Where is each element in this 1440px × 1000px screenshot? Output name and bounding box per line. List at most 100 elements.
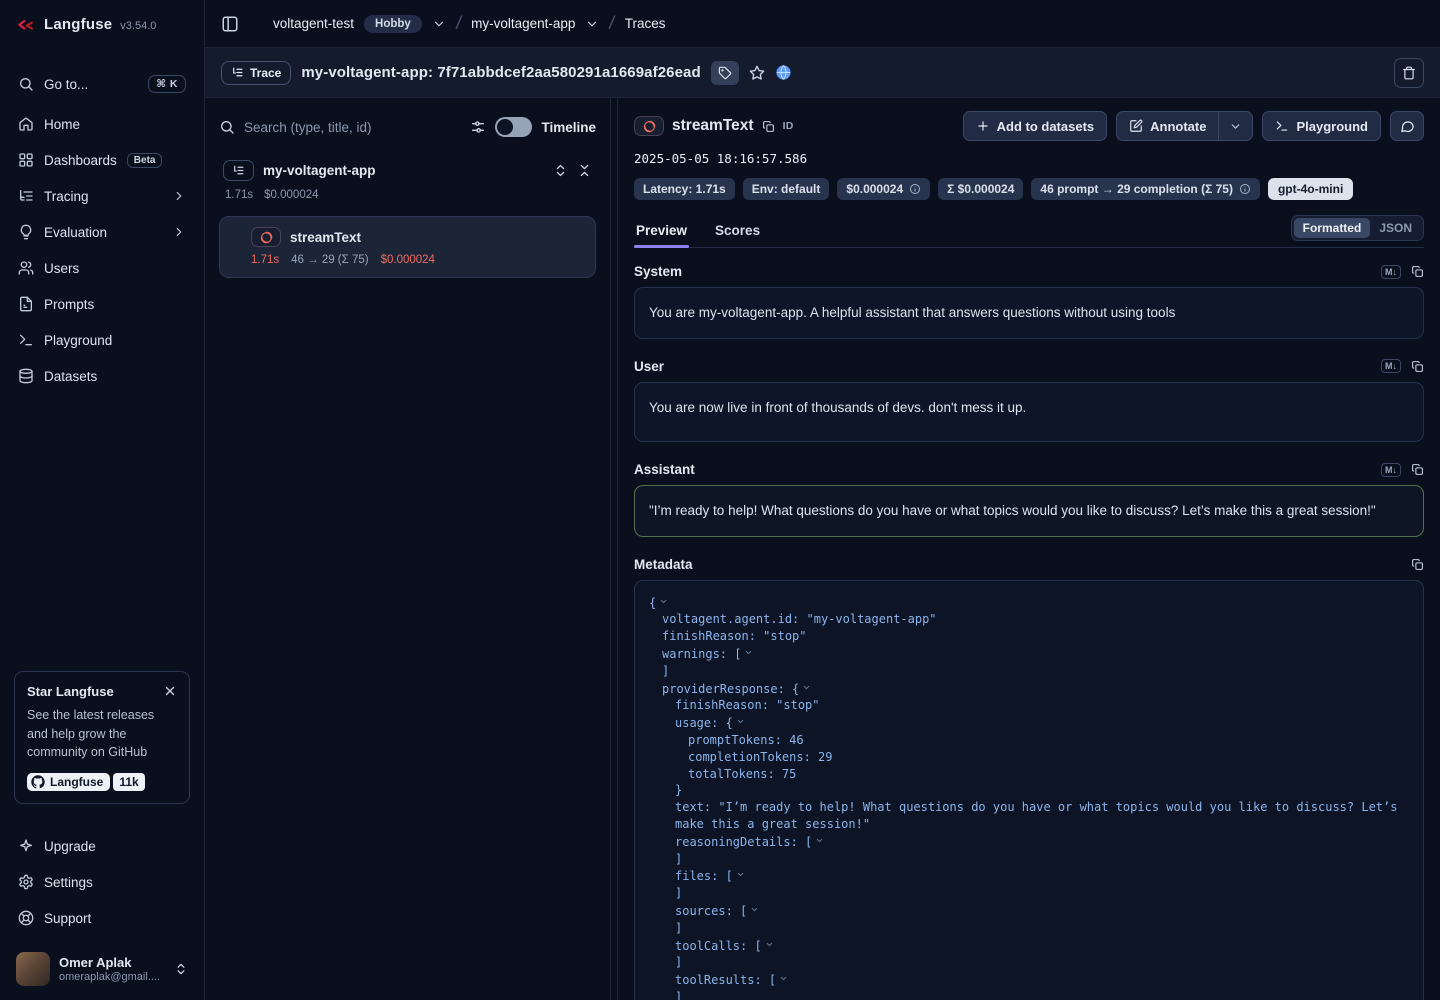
- sidebar-item-playground[interactable]: Playground: [12, 322, 192, 358]
- json-line: usage: {: [649, 714, 1409, 732]
- copy-icon[interactable]: [1411, 360, 1424, 373]
- sidebar-toggle-icon[interactable]: [221, 15, 239, 33]
- expand-all-icon[interactable]: [553, 163, 568, 178]
- expand-chevron-icon[interactable]: [744, 645, 753, 662]
- chevron-right-icon: [172, 189, 186, 203]
- sidebar-item-tracing[interactable]: Tracing: [12, 178, 192, 214]
- json-line: ]: [649, 920, 1409, 937]
- model-badge[interactable]: gpt-4o-mini: [1268, 178, 1353, 200]
- root-latency: 1.71s: [225, 189, 253, 201]
- section-title: User: [634, 359, 664, 374]
- breadcrumb-org[interactable]: voltagent-test: [273, 16, 354, 31]
- sidebar-item-dashboards[interactable]: Dashboards Beta: [12, 142, 192, 178]
- annotate-button[interactable]: Annotate: [1117, 112, 1218, 140]
- trace-type-badge: Trace: [221, 61, 291, 85]
- format-formatted[interactable]: Formatted: [1294, 218, 1371, 238]
- sparkle-icon: [18, 838, 34, 854]
- observation-name: streamText: [290, 230, 361, 245]
- json-line: }: [649, 782, 1409, 799]
- info-icon[interactable]: [1239, 183, 1251, 195]
- comments-button[interactable]: [1390, 111, 1424, 141]
- sidebar-item-users[interactable]: Users: [12, 250, 192, 286]
- copy-icon[interactable]: [1411, 265, 1424, 278]
- tab-scores[interactable]: Scores: [713, 216, 762, 247]
- expand-chevron-icon[interactable]: [779, 971, 788, 988]
- playground-button[interactable]: Playground: [1262, 111, 1381, 141]
- filter-sliders-icon[interactable]: [470, 119, 486, 135]
- expand-chevron-icon[interactable]: [815, 833, 824, 850]
- sidebar-item-datasets[interactable]: Datasets: [12, 358, 192, 394]
- cmd-k-shortcut: ⌘ K: [148, 75, 186, 93]
- panel-resize-handle[interactable]: [611, 98, 618, 1000]
- copy-id-icon[interactable]: [762, 120, 775, 133]
- sidebar-item-evaluation[interactable]: Evaluation: [12, 214, 192, 250]
- expand-chevron-icon[interactable]: [750, 902, 759, 919]
- users-icon: [18, 260, 34, 276]
- timeline-toggle-label: Timeline: [541, 120, 596, 135]
- breadcrumb-section[interactable]: Traces: [625, 16, 666, 31]
- metric-badge: Latency: 1.71s: [634, 178, 735, 200]
- observation-title: streamText: [672, 117, 754, 135]
- sidebar-item-home[interactable]: Home: [12, 106, 192, 142]
- sidebar-item-support[interactable]: Support: [12, 900, 192, 936]
- chevrons-up-down-icon: [174, 962, 188, 976]
- delete-trace-button[interactable]: [1394, 58, 1424, 88]
- sidebar-item-settings[interactable]: Settings: [12, 864, 192, 900]
- expand-chevron-icon[interactable]: [736, 714, 745, 731]
- goto-search[interactable]: Go to... ⌘ K: [12, 66, 192, 102]
- markdown-toggle-icon[interactable]: M↓: [1381, 359, 1401, 373]
- observation-timestamp: 2025-05-05 18:16:57.586: [634, 151, 1424, 166]
- metric-badge: Σ $0.000024: [938, 178, 1023, 200]
- trash-icon: [1402, 66, 1416, 80]
- root-cost: $0.000024: [264, 189, 318, 201]
- format-json[interactable]: JSON: [1370, 218, 1421, 238]
- home-icon: [18, 116, 34, 132]
- breadcrumb: voltagent-test Hobby / my-voltagent-app …: [205, 0, 1440, 48]
- pencil-square-icon: [1129, 119, 1143, 133]
- json-line: ]: [649, 989, 1409, 1000]
- dashboards-icon: [18, 152, 34, 168]
- chevron-down-icon[interactable]: [432, 17, 446, 31]
- annotate-dropdown-button[interactable]: [1218, 112, 1252, 140]
- brand: Langfuse v3.54.0: [12, 14, 192, 36]
- breadcrumb-project[interactable]: my-voltagent-app: [471, 16, 575, 31]
- user-menu[interactable]: Omer Aplak omeraplak@gmail....: [12, 946, 192, 988]
- tab-preview[interactable]: Preview: [634, 216, 689, 247]
- json-line: ]: [649, 663, 1409, 680]
- public-globe-icon[interactable]: [775, 64, 792, 81]
- metadata-json-viewer: {voltagent.agent.id: "my-voltagent-app"f…: [634, 580, 1424, 1000]
- github-icon: [31, 775, 45, 789]
- github-star-button[interactable]: Langfuse: [27, 773, 110, 791]
- observation-tokens: 46 → 29 (Σ 75): [291, 254, 368, 266]
- sidebar-item-prompts[interactable]: Prompts: [12, 286, 192, 322]
- system-section: System M↓ You are my-voltagent-app. A he…: [634, 264, 1424, 339]
- annotate-split-button: Annotate: [1116, 111, 1253, 141]
- search-input[interactable]: [244, 120, 461, 135]
- bookmark-star-icon[interactable]: [749, 65, 765, 81]
- observation-streamtext[interactable]: streamText 1.71s 46 → 29 (Σ 75) $0.00002…: [219, 216, 596, 278]
- expand-chevron-icon[interactable]: [802, 680, 811, 697]
- sidebar: Langfuse v3.54.0 Go to... ⌘ K Home Dashb…: [0, 0, 205, 1000]
- info-icon[interactable]: [909, 183, 921, 195]
- app-root: Langfuse v3.54.0 Go to... ⌘ K Home Dashb…: [0, 0, 1440, 1000]
- terminal-icon: [18, 332, 34, 348]
- timeline-toggle[interactable]: [495, 117, 532, 137]
- metadata-section: Metadata {voltagent.agent.id: "my-voltag…: [634, 557, 1424, 1000]
- add-to-datasets-button[interactable]: Add to datasets: [963, 111, 1108, 141]
- expand-chevron-icon[interactable]: [736, 867, 745, 884]
- chevron-right-icon: [172, 225, 186, 239]
- tag-button[interactable]: [711, 61, 739, 85]
- gear-icon: [18, 874, 34, 890]
- markdown-toggle-icon[interactable]: M↓: [1381, 265, 1401, 279]
- chevron-down-icon[interactable]: [585, 17, 599, 31]
- copy-icon[interactable]: [1411, 463, 1424, 476]
- expand-chevron-icon[interactable]: [659, 594, 668, 611]
- expand-chevron-icon[interactable]: [765, 937, 774, 954]
- tree-root-trace[interactable]: my-voltagent-app: [219, 158, 596, 183]
- copy-icon[interactable]: [1411, 558, 1424, 571]
- collapse-all-icon[interactable]: [577, 163, 592, 178]
- close-icon[interactable]: [163, 684, 177, 698]
- sidebar-item-upgrade[interactable]: Upgrade: [12, 828, 192, 864]
- format-toggle: Formatted JSON: [1291, 215, 1424, 241]
- markdown-toggle-icon[interactable]: M↓: [1381, 463, 1401, 477]
